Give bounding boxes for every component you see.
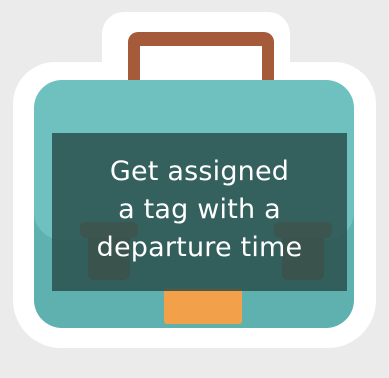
sticker-card: Get assigned a tag with a departure time bbox=[0, 0, 389, 378]
caption-line-2: a tag with a bbox=[118, 194, 281, 225]
briefcase-latch bbox=[164, 288, 242, 324]
caption-line-1: Get assigned bbox=[109, 156, 290, 187]
caption-box: Get assigned a tag with a departure time bbox=[52, 133, 347, 291]
caption-line-3: departure time bbox=[96, 232, 303, 263]
